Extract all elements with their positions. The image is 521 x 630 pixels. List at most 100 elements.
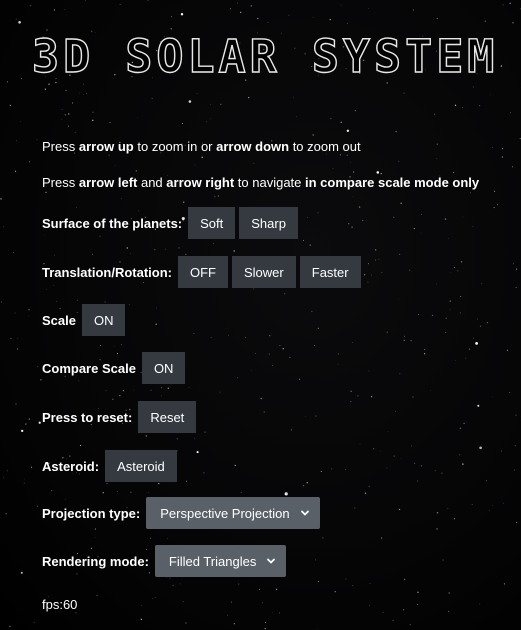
star [414,462,416,464]
star [359,443,361,445]
star [403,335,405,337]
zoom-text-3: to zoom out [289,139,361,154]
soft-surface-button[interactable]: Soft [188,207,236,239]
star [459,312,461,314]
star [418,314,420,316]
reset-button[interactable]: Reset [138,401,197,433]
star [417,591,419,593]
star [340,121,342,123]
star [512,263,514,265]
projection-type-select[interactable]: Perspective Projection [146,497,320,529]
asteroid-button[interactable]: Asteroid [105,450,177,482]
star [61,108,63,111]
rendering-mode-select[interactable]: Filled Triangles [154,545,287,577]
star [262,602,263,604]
star [502,502,504,504]
star [19,121,21,122]
star [46,289,48,290]
star [368,485,370,488]
sharp-surface-button[interactable]: Sharp [239,207,298,239]
star [68,113,70,115]
star [500,450,502,452]
star [395,130,397,133]
star [430,390,431,392]
star [509,111,512,114]
star [14,312,16,314]
star [351,342,353,343]
star [203,472,205,474]
star [145,435,147,437]
translation-slower-button[interactable]: Slower [232,256,296,288]
star [357,395,359,397]
star [169,577,171,579]
fps-counter: fps:60 [42,597,78,612]
translation-faster-button[interactable]: Faster [299,256,361,288]
star [92,111,94,113]
solar-system-canvas[interactable]: 3D SOLAR SYSTEM Press arrow up to zoom i… [0,0,521,630]
star [368,8,369,9]
star [463,422,465,425]
star [196,93,198,95]
scale-toggle-button[interactable]: ON [81,304,126,336]
star [104,301,106,303]
star [398,508,401,511]
star [381,272,383,274]
star [449,308,451,310]
star [331,468,333,470]
star [149,537,152,539]
star [185,622,187,624]
star [340,4,342,6]
star [268,353,270,355]
star [37,366,39,367]
star [264,627,266,630]
star [339,154,341,156]
star [79,444,82,447]
star [475,341,479,345]
star [82,83,85,85]
star [412,396,414,398]
star [130,252,132,254]
star [12,252,14,254]
star [375,249,377,251]
star [96,595,98,596]
star [160,395,162,397]
star [155,597,157,599]
star [434,470,436,472]
star [479,325,482,327]
star [102,492,105,494]
rendering-row: Rendering mode: Filled Triangles [42,545,287,577]
star [436,511,439,514]
star [109,121,111,123]
star [332,168,334,170]
translation-off-button[interactable]: OFF [178,256,228,288]
star [227,334,229,336]
star [465,357,467,359]
star [298,378,301,380]
compare-scale-toggle-button[interactable]: ON [141,352,186,384]
star [279,344,281,347]
star [433,113,436,115]
star [61,119,63,121]
star [350,390,352,393]
star [137,117,138,119]
star [233,623,235,625]
star [172,584,174,587]
reset-row: Press to reset: Reset [42,401,200,433]
star [288,14,290,16]
star [506,349,509,351]
star [502,4,504,6]
star [64,114,67,116]
star [154,248,156,251]
star [147,491,149,493]
star [330,118,332,120]
star [196,451,199,454]
star [494,190,496,192]
star [479,603,481,605]
star [230,601,232,603]
nav-text-3: to navigate [234,175,306,190]
zoom-instructions: Press arrow up to zoom in or arrow down … [42,139,361,154]
star [263,411,265,413]
star [380,173,382,175]
star [272,612,273,613]
star [455,360,456,361]
